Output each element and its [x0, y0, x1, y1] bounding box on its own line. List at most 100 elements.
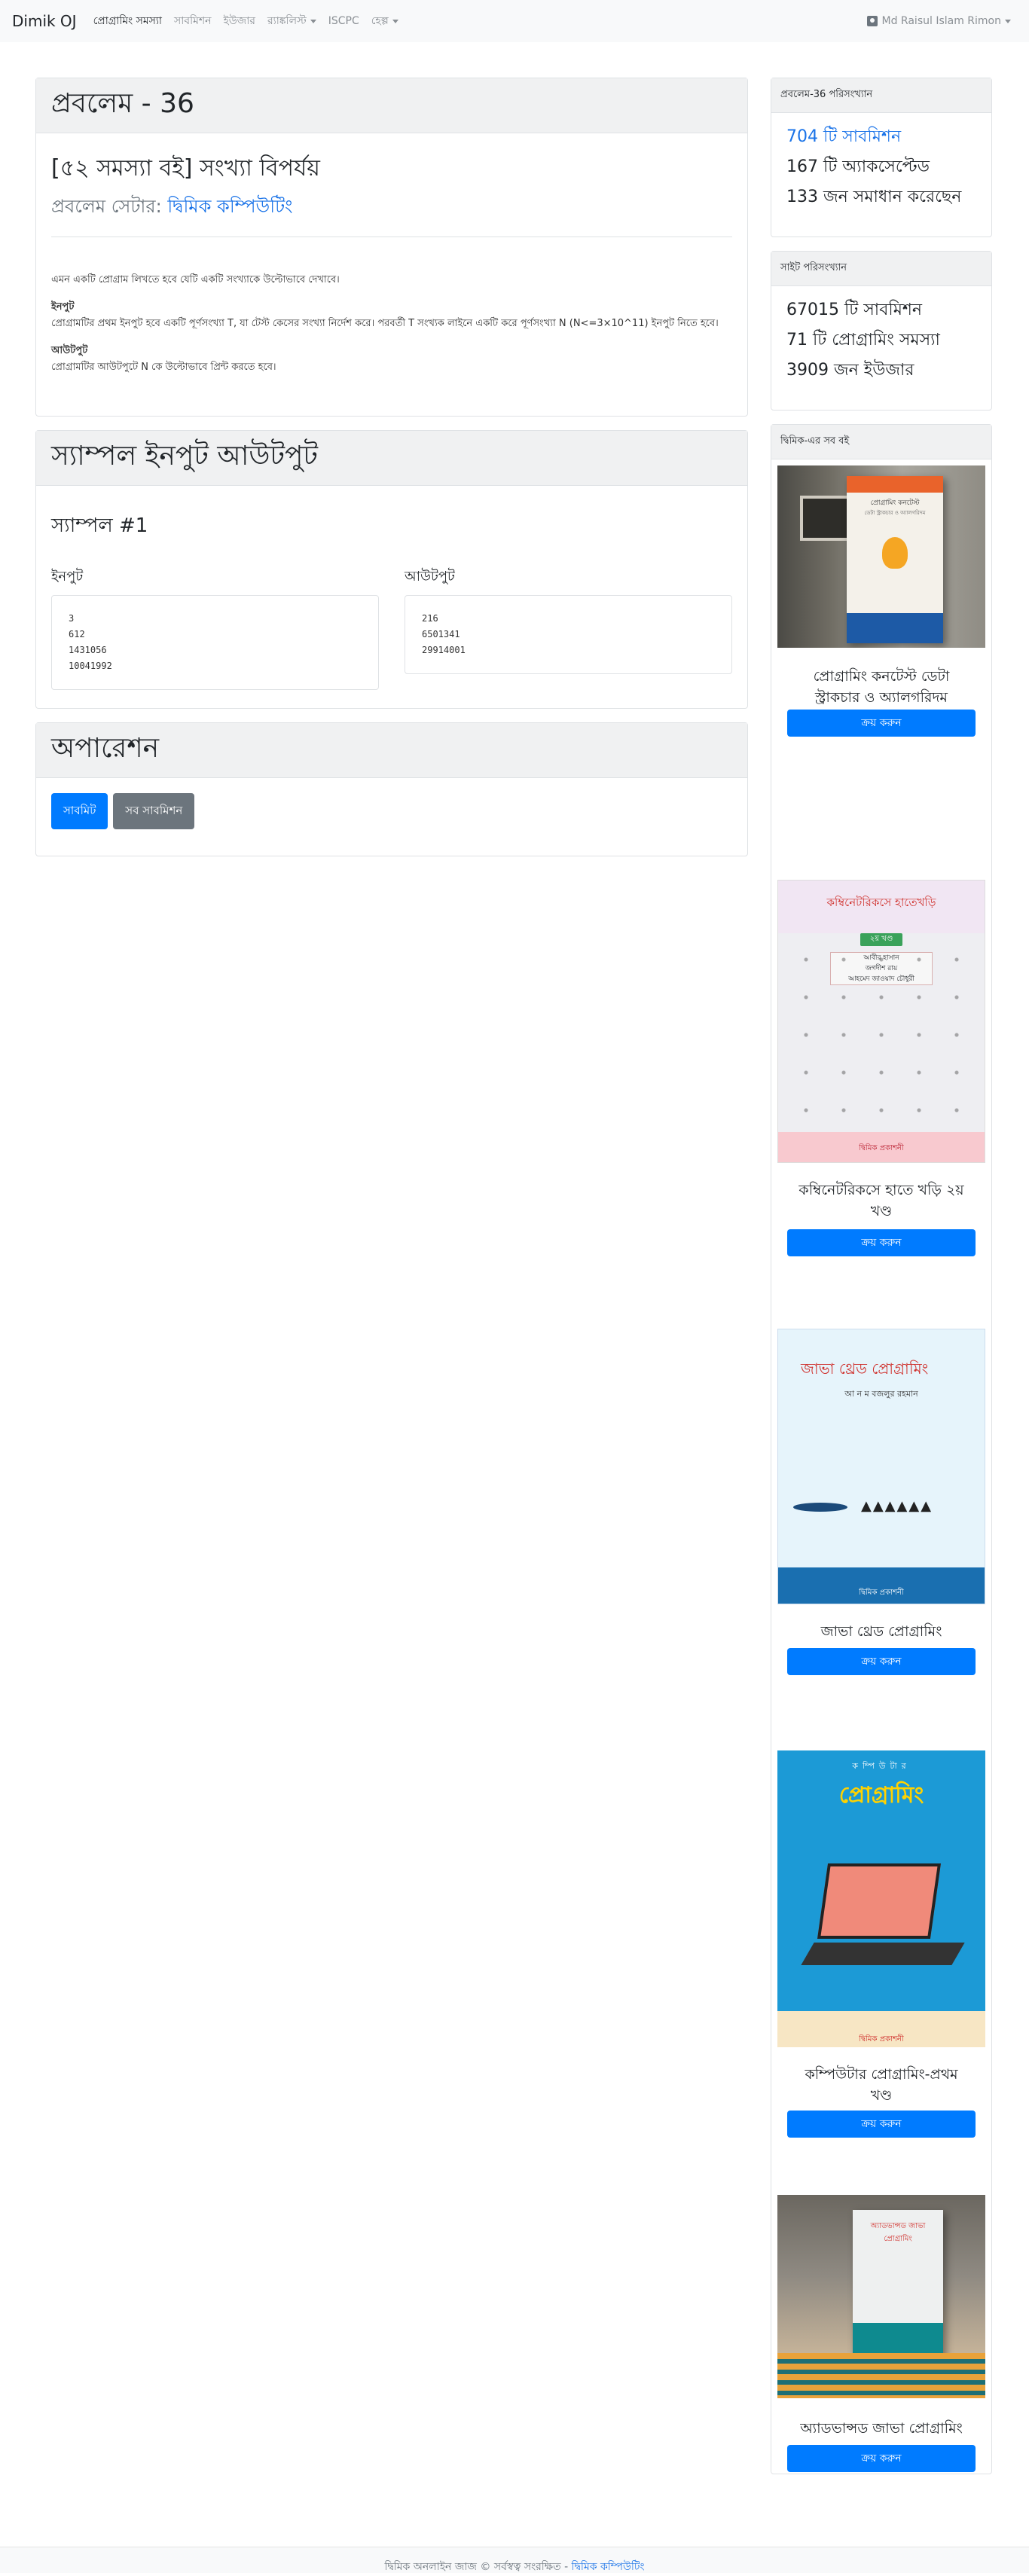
problem-stats-card: প্রবলেম-36 পরিসংখ্যান 704 টি সাবমিশন 167…: [771, 78, 992, 237]
keyboard-shape: [801, 1943, 965, 1965]
book-item: কম্পিউটার প্রোগ্রামিং দ্বিমিক প্রকাশনী ক…: [777, 1750, 985, 2195]
nav-help-label: হেল্প: [371, 15, 389, 27]
book-title: প্রোগ্রামিং কনটেস্ট ডেটা স্ট্রাকচার ও অ্…: [813, 668, 950, 706]
site-users: 3909 জন ইউজার: [786, 361, 914, 380]
nav-problems-label: প্রোগ্রামিং সমস্যা: [93, 15, 162, 27]
setter-link[interactable]: দ্বিমিক কম্পিউটিং: [167, 196, 292, 217]
nav-iscpc-label: ISCPC: [328, 15, 359, 27]
book-item: প্রোগ্রামিং কনটেস্ট ডেটা স্ট্রাকচার ও অ্…: [777, 465, 985, 880]
photo-frame-shape: [800, 496, 853, 541]
nav-users-label: ইউজার: [223, 15, 255, 27]
cover-title: কম্বিনেটরিকসে হাতেখড়ি: [778, 881, 985, 933]
cover-subtitle: আ ন ম বজলুর রহমান: [844, 1389, 918, 1399]
chevron-down-icon: [1005, 19, 1011, 23]
book-shape: প্রোগ্রামিং কনটেস্ট ডেটা স্ট্রাকচার ও অ্…: [847, 476, 943, 643]
problem-setter: প্রবলেম সেটার: দ্বিমিক কম্পিউটিং: [51, 193, 732, 223]
nav-users[interactable]: ইউজার: [224, 12, 255, 30]
dots-pattern: [787, 941, 976, 1129]
book-cover-image[interactable]: কম্পিউটার প্রোগ্রামিং দ্বিমিক প্রকাশনী: [777, 1750, 985, 2047]
site-stats-body: 67015 টি সাবমিশন 71 টি প্রোগ্রামিং সমস্য…: [771, 286, 991, 398]
site-problems: 71 টি প্রোগ্রামিং সমস্যা: [786, 331, 940, 349]
problem-statement: এমন একটি প্রোগ্রাম লিখতে হবে যেটি একটি স…: [51, 272, 732, 376]
cover-title: প্রোগ্রামিং: [838, 1782, 924, 1808]
user-menu-dropdown[interactable]: Md Raisul Islam Rimon: [866, 15, 1011, 27]
problem-body: [৫২ সমস্যা বই] সংখ্যা বিপর্যয় প্রবলেম স…: [36, 133, 747, 391]
problem-stats-body: 704 টি সাবমিশন 167 টি অ্যাকসেপ্টেড 133 জ…: [771, 113, 991, 224]
nav-submissions[interactable]: সাবমিশন: [174, 12, 212, 30]
chevron-down-icon: [392, 19, 398, 23]
brand-link[interactable]: Dimik OJ: [12, 12, 77, 30]
book-title: জাভা থ্রেড প্রোগ্রামিং: [820, 1623, 942, 1640]
user-icon: [866, 16, 878, 26]
cover-bottom-band: [847, 613, 943, 643]
output-description: প্রোগ্রামটির আউটপুটে N কে উল্টোভাবে প্রি…: [51, 362, 276, 373]
footer: দ্বিমিক অনলাইন জাজ © সর্বস্বত্ব সংরক্ষিত…: [0, 2547, 1029, 2573]
operations-header: অপারেশন: [36, 723, 747, 778]
top-navbar: Dimik OJ প্রোগ্রামিং সমস্যা সাবমিশন ইউজা…: [0, 0, 1029, 42]
sample-input-col: ইনপুট 3 612 1431056 10041992: [51, 566, 379, 690]
book-cover-image[interactable]: অ্যাডভান্সড জাভা প্রোগ্রামিং: [777, 2195, 985, 2398]
nav-problems[interactable]: প্রোগ্রামিং সমস্যা: [93, 12, 162, 30]
cover-publisher: দ্বিমিক প্রকাশনী: [778, 1132, 985, 1162]
buy-button[interactable]: ক্রয় করুন: [787, 2111, 976, 2138]
sample-output-box: 216 6501341 29914001: [405, 595, 732, 674]
book-cover-image[interactable]: জাভা থ্রেড প্রোগ্রামিং আ ন ম বজলুর রহমান…: [777, 1329, 985, 1604]
book-shape: অ্যাডভান্সড জাভা প্রোগ্রামিং: [853, 2210, 943, 2368]
chevron-down-icon: [310, 19, 316, 23]
book-stack-shape: [777, 2353, 985, 2398]
setter-prefix: প্রবলেম সেটার:: [51, 196, 162, 217]
book-item: অ্যাডভান্সড জাভা প্রোগ্রামিং অ্যাডভান্সড…: [777, 2195, 985, 2496]
submit-button[interactable]: সাবমিট: [51, 793, 108, 829]
sample-title: স্যাম্পল #1: [51, 514, 148, 537]
cover-title: অ্যাডভান্সড জাভা প্রোগ্রামিং: [870, 2222, 926, 2243]
sample-body: স্যাম্পল #1 ইনপুট 3 612 1431056 10041992…: [36, 486, 747, 705]
penguins-icon: ▲▲▲▲▲▲: [861, 1498, 933, 1514]
book-item: কম্বিনেটরিকসে হাতেখড়ি ২য় খণ্ড আবীর হাস…: [777, 880, 985, 1329]
cover-title: প্রোগ্রামিং কনটেস্ট: [870, 499, 920, 507]
nav-help-dropdown[interactable]: হেল্প: [371, 12, 398, 30]
main-column: প্রবলেম - 36 [৫২ সমস্যা বই] সংখ্যা বিপর্…: [35, 78, 748, 870]
cover-subtitle: ডেটা স্ট্রাকচার ও অ্যালগরিদম: [864, 510, 926, 516]
statement-text: এমন একটি প্রোগ্রাম লিখতে হবে যেটি একটি স…: [51, 274, 340, 285]
nav-ranklist-dropdown[interactable]: র‍্যাঙ্কলিস্ট: [267, 12, 316, 30]
problem-header: প্রবলেম - 36: [36, 78, 747, 133]
operations-card: অপারেশন সাবমিট সব সাবমিশন: [35, 722, 748, 856]
buy-button[interactable]: ক্রয় করুন: [787, 1648, 976, 1675]
all-submissions-button[interactable]: সব সাবমিশন: [113, 793, 195, 829]
site-stats-header: সাইট পরিসংখ্যান: [771, 252, 991, 286]
cover-subtitle: কম্পিউটার: [852, 1761, 911, 1771]
buy-button[interactable]: ক্রয় করুন: [787, 710, 976, 737]
sample-card: স্যাম্পল ইনপুট আউটপুট স্যাম্পল #1 ইনপুট …: [35, 430, 748, 709]
trampoline-shape: [793, 1503, 847, 1512]
books-header: দ্বিমিক-এর সব বই: [771, 425, 991, 459]
footer-link[interactable]: দ্বিমিক কম্পিউটিং: [572, 2561, 645, 2573]
site-stats-card: সাইট পরিসংখ্যান 67015 টি সাবমিশন 71 টি প…: [771, 251, 992, 411]
book-title: অ্যাডভান্সড জাভা প্রোগ্রামিং: [800, 2420, 963, 2437]
sample-output-col: আউটপুট 216 6501341 29914001: [405, 566, 732, 690]
sidebar: প্রবলেম-36 পরিসংখ্যান 704 টি সাবমিশন 167…: [771, 78, 992, 2488]
input-description: প্রোগ্রামটির প্রথম ইনপুট হবে একটি পূর্ণস…: [51, 318, 719, 329]
user-name: Md Raisul Islam Rimon: [881, 15, 1001, 27]
lightbulb-icon: [882, 537, 908, 569]
buy-button[interactable]: ক্রয় করুন: [787, 2445, 976, 2472]
nav-iscpc[interactable]: ISCPC: [328, 15, 359, 27]
problem-title: [৫২ সমস্যা বই] সংখ্যা বিপর্যয়: [51, 155, 320, 182]
cover-publisher: দ্বিমিক প্রকাশনী: [777, 2011, 985, 2047]
book-cover-image[interactable]: কম্বিনেটরিকসে হাতেখড়ি ২য় খণ্ড আবীর হাস…: [777, 880, 985, 1163]
footer-text: দ্বিমিক অনলাইন জাজ © সর্বস্বত্ব সংরক্ষিত…: [384, 2561, 569, 2573]
book-title: কম্বিনেটরিকসে হাতে খড়ি ২য় খণ্ড: [798, 1182, 964, 1219]
output-heading: আউটপুট: [51, 345, 88, 356]
input-heading: ইনপুট: [51, 301, 75, 313]
sample-io-row: ইনপুট 3 612 1431056 10041992 আউটপুট 216 …: [51, 566, 732, 690]
buy-button[interactable]: ক্রয় করুন: [787, 1229, 976, 1256]
problem-card: প্রবলেম - 36 [৫২ সমস্যা বই] সংখ্যা বিপর্…: [35, 78, 748, 417]
problem-solved-by: 133 জন সমাধান করেছেন: [786, 188, 962, 206]
book-title: কম্পিউটার প্রোগ্রামিং-প্রথম খণ্ড: [805, 2066, 958, 2104]
book-item: জাভা থ্রেড প্রোগ্রামিং আ ন ম বজলুর রহমান…: [777, 1329, 985, 1750]
problem-stats-header: প্রবলেম-36 পরিসংখ্যান: [771, 78, 991, 113]
cover-band: [847, 476, 943, 493]
book-cover-image[interactable]: প্রোগ্রামিং কনটেস্ট ডেটা স্ট্রাকচার ও অ্…: [777, 465, 985, 648]
sample-input-label: ইনপুট: [51, 569, 84, 584]
operations-body: সাবমিট সব সাবমিশন: [36, 778, 747, 844]
problem-submissions-link[interactable]: 704 টি সাবমিশন: [786, 122, 976, 152]
